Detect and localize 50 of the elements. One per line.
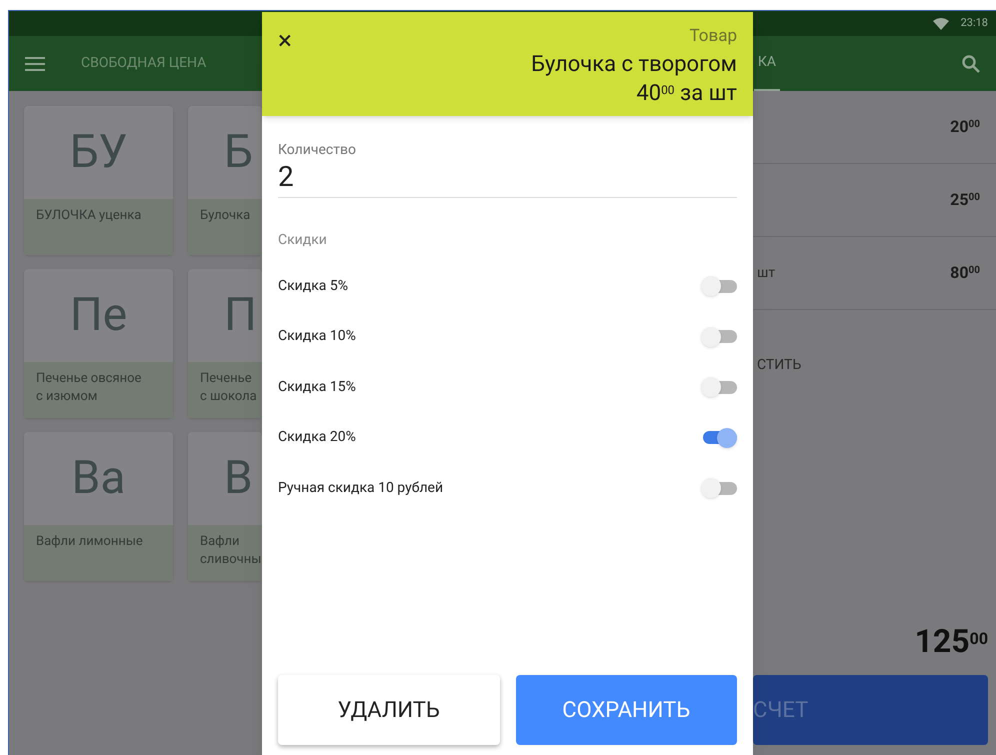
tile-label: БУЛОЧКА уценка (36, 207, 142, 225)
toggle-switch[interactable] (701, 377, 737, 398)
clock-time: 23:18 (960, 15, 988, 32)
pay-button[interactable]: СЧЕТ (753, 675, 988, 745)
tile-label: Вафли сливочны (200, 533, 258, 569)
action-label[interactable]: СТИТЬ (753, 355, 802, 376)
section-title: Скидки (278, 231, 328, 250)
wifi-icon (932, 18, 949, 30)
save-button[interactable]: СОХРАНИТЬ (516, 675, 737, 745)
field-value: 2 (278, 161, 295, 193)
discount-label: Скидка 20% (278, 428, 356, 448)
product-tile[interactable]: БУ БУЛОЧКА уценка (24, 106, 173, 255)
total-amount: 125$^{00}$ (914, 621, 989, 662)
product-tile[interactable]: Ва Вафли лимонные (24, 432, 173, 581)
product-name: Булочка с творогом (531, 50, 737, 78)
tile-label: Печенье овсяное с изюмом (36, 370, 142, 406)
menu-icon[interactable] (25, 56, 45, 70)
unit-price: 40$^{00}$ за шт (636, 80, 737, 108)
tile-label: Вафли лимонные (36, 533, 144, 551)
product-tile[interactable]: Б Булочка (188, 106, 262, 255)
quantity-field[interactable]: Количество 2 (278, 140, 737, 198)
tile-initials: БУ (68, 124, 128, 181)
tab[interactable]: СВОБОДНАЯ ЦЕНА (57, 36, 230, 91)
tile-initials: Б (223, 124, 254, 181)
toggle-switch[interactable] (701, 326, 737, 347)
discount-label: Ручная скидка 10 рублей (278, 478, 444, 498)
row-label: шт (757, 264, 776, 282)
tile-initials: Пе (68, 287, 128, 344)
discount-label: Скидка 5% (278, 276, 348, 296)
row-price: 20$^{00}$ (950, 116, 980, 138)
field-label: Количество (278, 141, 357, 160)
row-price: 80$^{00}$ (950, 262, 980, 284)
product-tile[interactable]: В Вафли сливочны (188, 432, 262, 581)
tile-initials: В (223, 450, 254, 507)
tile-initials: Ва (70, 450, 126, 507)
row-price: 25$^{00}$ (950, 189, 980, 211)
toggle-switch[interactable] (701, 276, 737, 296)
toggle-switch[interactable] (701, 428, 737, 448)
discount-label: Скидка 15% (278, 378, 356, 397)
tile-label: Булочка (200, 207, 252, 225)
delete-button[interactable]: УДАЛИТЬ (278, 675, 500, 745)
search-icon[interactable] (962, 54, 980, 72)
discount-label: Скидка 10% (278, 327, 356, 346)
product-tile[interactable]: П Печенье с шокола (188, 269, 262, 418)
toggle-switch[interactable] (701, 478, 737, 498)
tile-initials: П (223, 287, 258, 344)
close-button[interactable]: × (278, 28, 292, 54)
product-type: Товар (689, 25, 737, 48)
product-tile[interactable]: Пе Печенье овсяное с изюмом (24, 269, 173, 418)
tile-label: Печенье с шокола (200, 370, 258, 406)
